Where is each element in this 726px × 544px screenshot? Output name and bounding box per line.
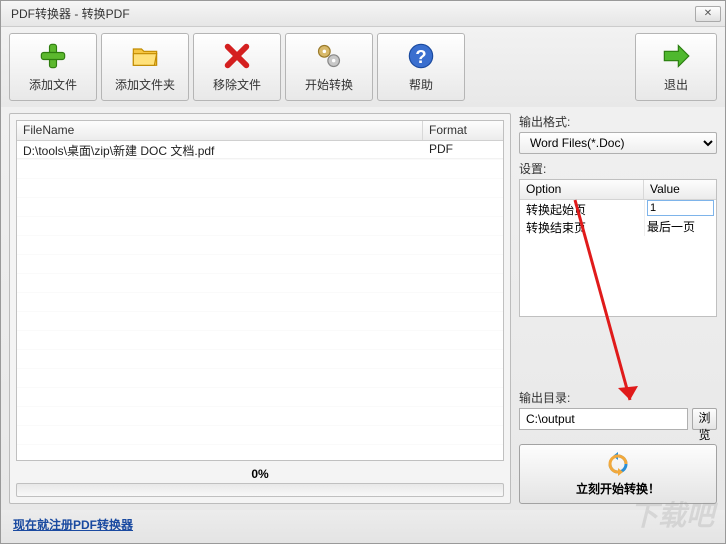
exit-arrow-icon (662, 42, 690, 70)
remove-file-button[interactable]: 移除文件 (193, 33, 281, 101)
main-area: FileName Format D:\tools\桌面\zip\新建 DOC 文… (1, 107, 725, 510)
settings-table: Option Value 转换起始页 转换结束页 最后一页 (519, 179, 717, 317)
output-dir-label: 输出目录: (519, 389, 717, 406)
add-folder-label: 添加文件夹 (115, 76, 175, 93)
settings-row[interactable]: 转换起始页 (520, 200, 716, 218)
cell-filename: D:\tools\桌面\zip\新建 DOC 文档.pdf (17, 141, 423, 158)
browse-button[interactable]: 浏览 (692, 408, 717, 430)
cell-format: PDF (423, 141, 503, 158)
toolbar-spacer (469, 33, 627, 101)
cell-option: 转换起始页 (520, 200, 644, 218)
row-stripes (17, 141, 503, 460)
cell-option: 转换结束页 (520, 218, 644, 236)
progress-percent: 0% (251, 467, 268, 481)
close-icon: ✕ (704, 8, 712, 19)
cell-value: 最后一页 (644, 218, 716, 236)
refresh-icon (606, 452, 630, 476)
window-title: PDF转换器 - 转换PDF (11, 5, 130, 22)
help-button[interactable]: ? 帮助 (377, 33, 465, 101)
settings-header: Option Value (520, 180, 716, 200)
settings-label: 设置: (519, 160, 717, 177)
titlebar: PDF转换器 - 转换PDF ✕ (1, 1, 725, 27)
gears-icon (315, 42, 343, 70)
file-table-body: D:\tools\桌面\zip\新建 DOC 文档.pdf PDF (17, 141, 503, 460)
exit-label: 退出 (664, 76, 688, 93)
convert-now-button[interactable]: 立刻开始转换！ (519, 444, 717, 504)
add-file-button[interactable]: 添加文件 (9, 33, 97, 101)
help-icon: ? (407, 42, 435, 70)
app-window: PDF转换器 - 转换PDF ✕ 添加文件 添加文件夹 移除文件 开始转换 ? … (0, 0, 726, 544)
start-convert-button[interactable]: 开始转换 (285, 33, 373, 101)
col-filename[interactable]: FileName (17, 121, 423, 140)
help-label: 帮助 (409, 76, 433, 93)
output-dir-section: 输出目录: 浏览 (519, 389, 717, 430)
add-folder-button[interactable]: 添加文件夹 (101, 33, 189, 101)
output-format-select[interactable]: Word Files(*.Doc) (519, 132, 717, 154)
cell-value (644, 200, 716, 218)
convert-now-label: 立刻开始转换！ (576, 480, 660, 497)
file-table: FileName Format D:\tools\桌面\zip\新建 DOC 文… (16, 120, 504, 461)
exit-button[interactable]: 退出 (635, 33, 717, 101)
col-value[interactable]: Value (644, 180, 716, 199)
output-dir-row: 浏览 (519, 408, 717, 430)
progress-bar (16, 483, 504, 497)
close-button[interactable]: ✕ (695, 6, 721, 22)
toolbar: 添加文件 添加文件夹 移除文件 开始转换 ? 帮助 退出 (1, 27, 725, 107)
start-convert-label: 开始转换 (305, 76, 353, 93)
col-option[interactable]: Option (520, 180, 644, 199)
footer: 现在就注册PDF转换器 (1, 510, 725, 543)
plus-icon (39, 42, 67, 70)
folder-icon (131, 42, 159, 70)
register-link[interactable]: 现在就注册PDF转换器 (13, 518, 133, 532)
add-file-label: 添加文件 (29, 76, 77, 93)
left-panel: FileName Format D:\tools\桌面\zip\新建 DOC 文… (9, 113, 511, 504)
remove-file-label: 移除文件 (213, 76, 261, 93)
col-format[interactable]: Format (423, 121, 503, 140)
svg-text:?: ? (415, 46, 426, 67)
settings-row[interactable]: 转换结束页 最后一页 (520, 218, 716, 236)
right-panel: 输出格式: Word Files(*.Doc) 设置: Option Value… (519, 113, 717, 504)
start-page-input[interactable] (647, 200, 714, 216)
output-dir-input[interactable] (519, 408, 688, 430)
progress-section: 0% (16, 467, 504, 497)
settings-section: 设置: Option Value 转换起始页 (519, 160, 717, 317)
remove-icon (223, 42, 251, 70)
table-row[interactable]: D:\tools\桌面\zip\新建 DOC 文档.pdf PDF (17, 141, 503, 159)
settings-body: 转换起始页 转换结束页 最后一页 (520, 200, 716, 316)
output-format-label: 输出格式: (519, 113, 717, 130)
output-format-section: 输出格式: Word Files(*.Doc) (519, 113, 717, 154)
file-table-header: FileName Format (17, 121, 503, 141)
